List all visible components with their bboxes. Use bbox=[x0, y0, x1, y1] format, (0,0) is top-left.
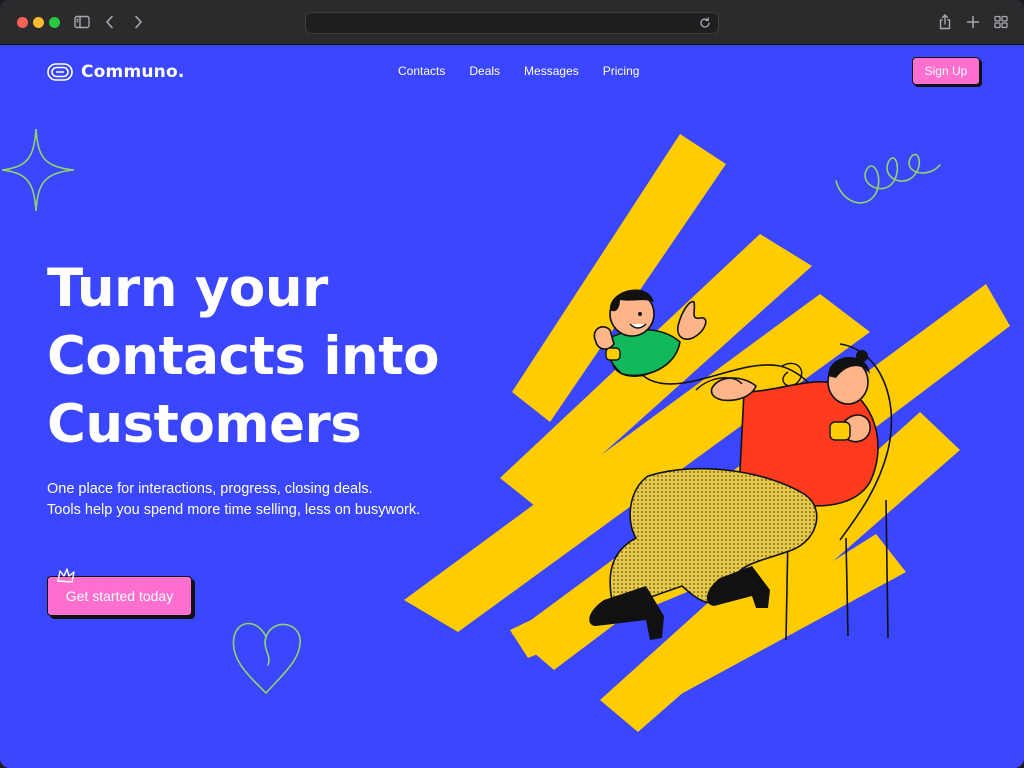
address-bar[interactable] bbox=[305, 12, 719, 34]
brand-name: Communo. bbox=[81, 62, 185, 82]
minimize-window-button[interactable] bbox=[33, 17, 44, 28]
nav-deals[interactable]: Deals bbox=[469, 64, 500, 78]
chevron-right-icon[interactable] bbox=[128, 12, 148, 32]
browser-window: Communo. Contacts Deals Messages Pricing… bbox=[0, 0, 1024, 768]
logo-icon bbox=[47, 63, 73, 81]
main-nav: Contacts Deals Messages Pricing bbox=[398, 64, 639, 78]
get-started-button[interactable]: Get started today bbox=[47, 568, 192, 616]
yellow-brush-strokes bbox=[404, 134, 1010, 732]
hero-illustration bbox=[404, 134, 1010, 732]
subtext-line-1: One place for interactions, progress, cl… bbox=[47, 481, 373, 497]
sign-up-button[interactable]: Sign Up bbox=[912, 57, 980, 85]
nav-pricing[interactable]: Pricing bbox=[603, 64, 640, 78]
grid-icon[interactable] bbox=[991, 12, 1011, 32]
sparkle-icon bbox=[1, 128, 75, 212]
browser-toolbar bbox=[0, 0, 1024, 45]
subtext-line-2: Tools help you spend more time selling, … bbox=[47, 502, 421, 518]
hero-subtext: One place for interactions, progress, cl… bbox=[47, 479, 420, 521]
crown-doodle-icon bbox=[57, 568, 75, 583]
reload-icon[interactable] bbox=[698, 16, 712, 30]
chevron-left-icon[interactable] bbox=[100, 12, 120, 32]
landing-page: Communo. Contacts Deals Messages Pricing… bbox=[0, 45, 1024, 768]
close-window-button[interactable] bbox=[17, 17, 28, 28]
heart-doodle-icon bbox=[232, 622, 301, 695]
nav-contacts[interactable]: Contacts bbox=[398, 64, 445, 78]
sidebar-icon[interactable] bbox=[72, 12, 92, 32]
nav-messages[interactable]: Messages bbox=[524, 64, 579, 78]
plus-icon[interactable] bbox=[963, 12, 983, 32]
zoom-window-button[interactable] bbox=[49, 17, 60, 28]
brand-logo[interactable]: Communo. bbox=[47, 62, 185, 82]
get-started-label: Get started today bbox=[65, 588, 174, 604]
share-icon[interactable] bbox=[935, 12, 955, 32]
